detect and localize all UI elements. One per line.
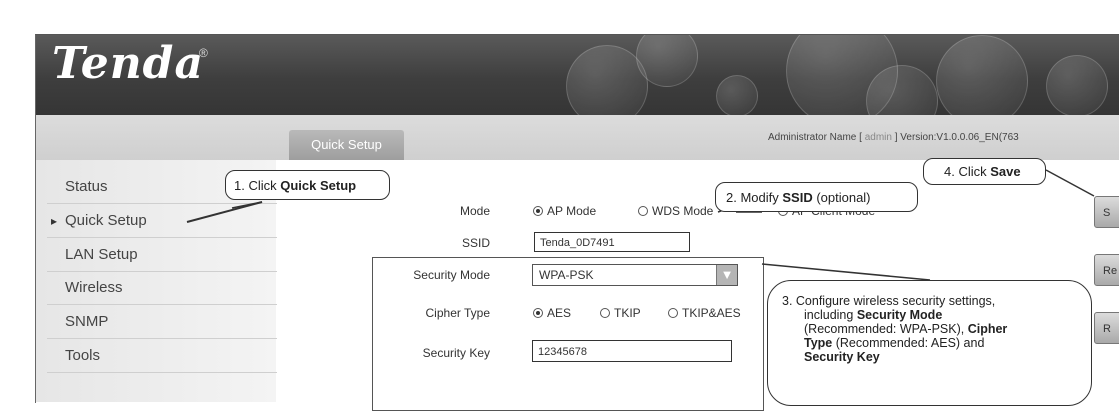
callout-step-2: 2. Modify SSID (optional) (715, 182, 918, 212)
callout-3-line3-text: (Recommended: WPA-PSK), (804, 322, 968, 336)
callout-3-line4: Type (Recommended: AES) and (782, 336, 1081, 350)
callout-3-line5: Security Key (782, 350, 1081, 364)
callout-3-type: Type (804, 336, 833, 350)
callout-3-security-key: Security Key (804, 350, 880, 364)
callout-1-text: 1. Click (234, 178, 281, 193)
callout-2-bold: SSID (782, 190, 813, 205)
callout-1-bold: Quick Setup (280, 178, 357, 193)
callout-2-suffix: (optional) (812, 190, 871, 205)
callout-3-line3: (Recommended: WPA-PSK), Cipher (782, 322, 1081, 336)
callout-2-text: 2. Modify (726, 190, 783, 205)
callout-4-text: 4. Click (944, 164, 991, 179)
callout-3-line2: including Security Mode (782, 308, 1081, 322)
callout-3-line4-text: (Recommended: AES) and (832, 336, 985, 350)
callout-3-line1: 3. Configure wireless security settings, (782, 294, 996, 308)
callout-3-security-mode: Security Mode (856, 308, 943, 322)
callout-step-3: 3. Configure wireless security settings,… (767, 280, 1092, 406)
callout-3-line2-text: including (804, 308, 857, 322)
callout-3-cipher: Cipher (967, 322, 1008, 336)
callout-4-bold: Save (990, 164, 1021, 179)
callout-step-1: 1. Click Quick Setup (225, 170, 390, 200)
callout-step-4: 4. Click Save (923, 158, 1046, 185)
